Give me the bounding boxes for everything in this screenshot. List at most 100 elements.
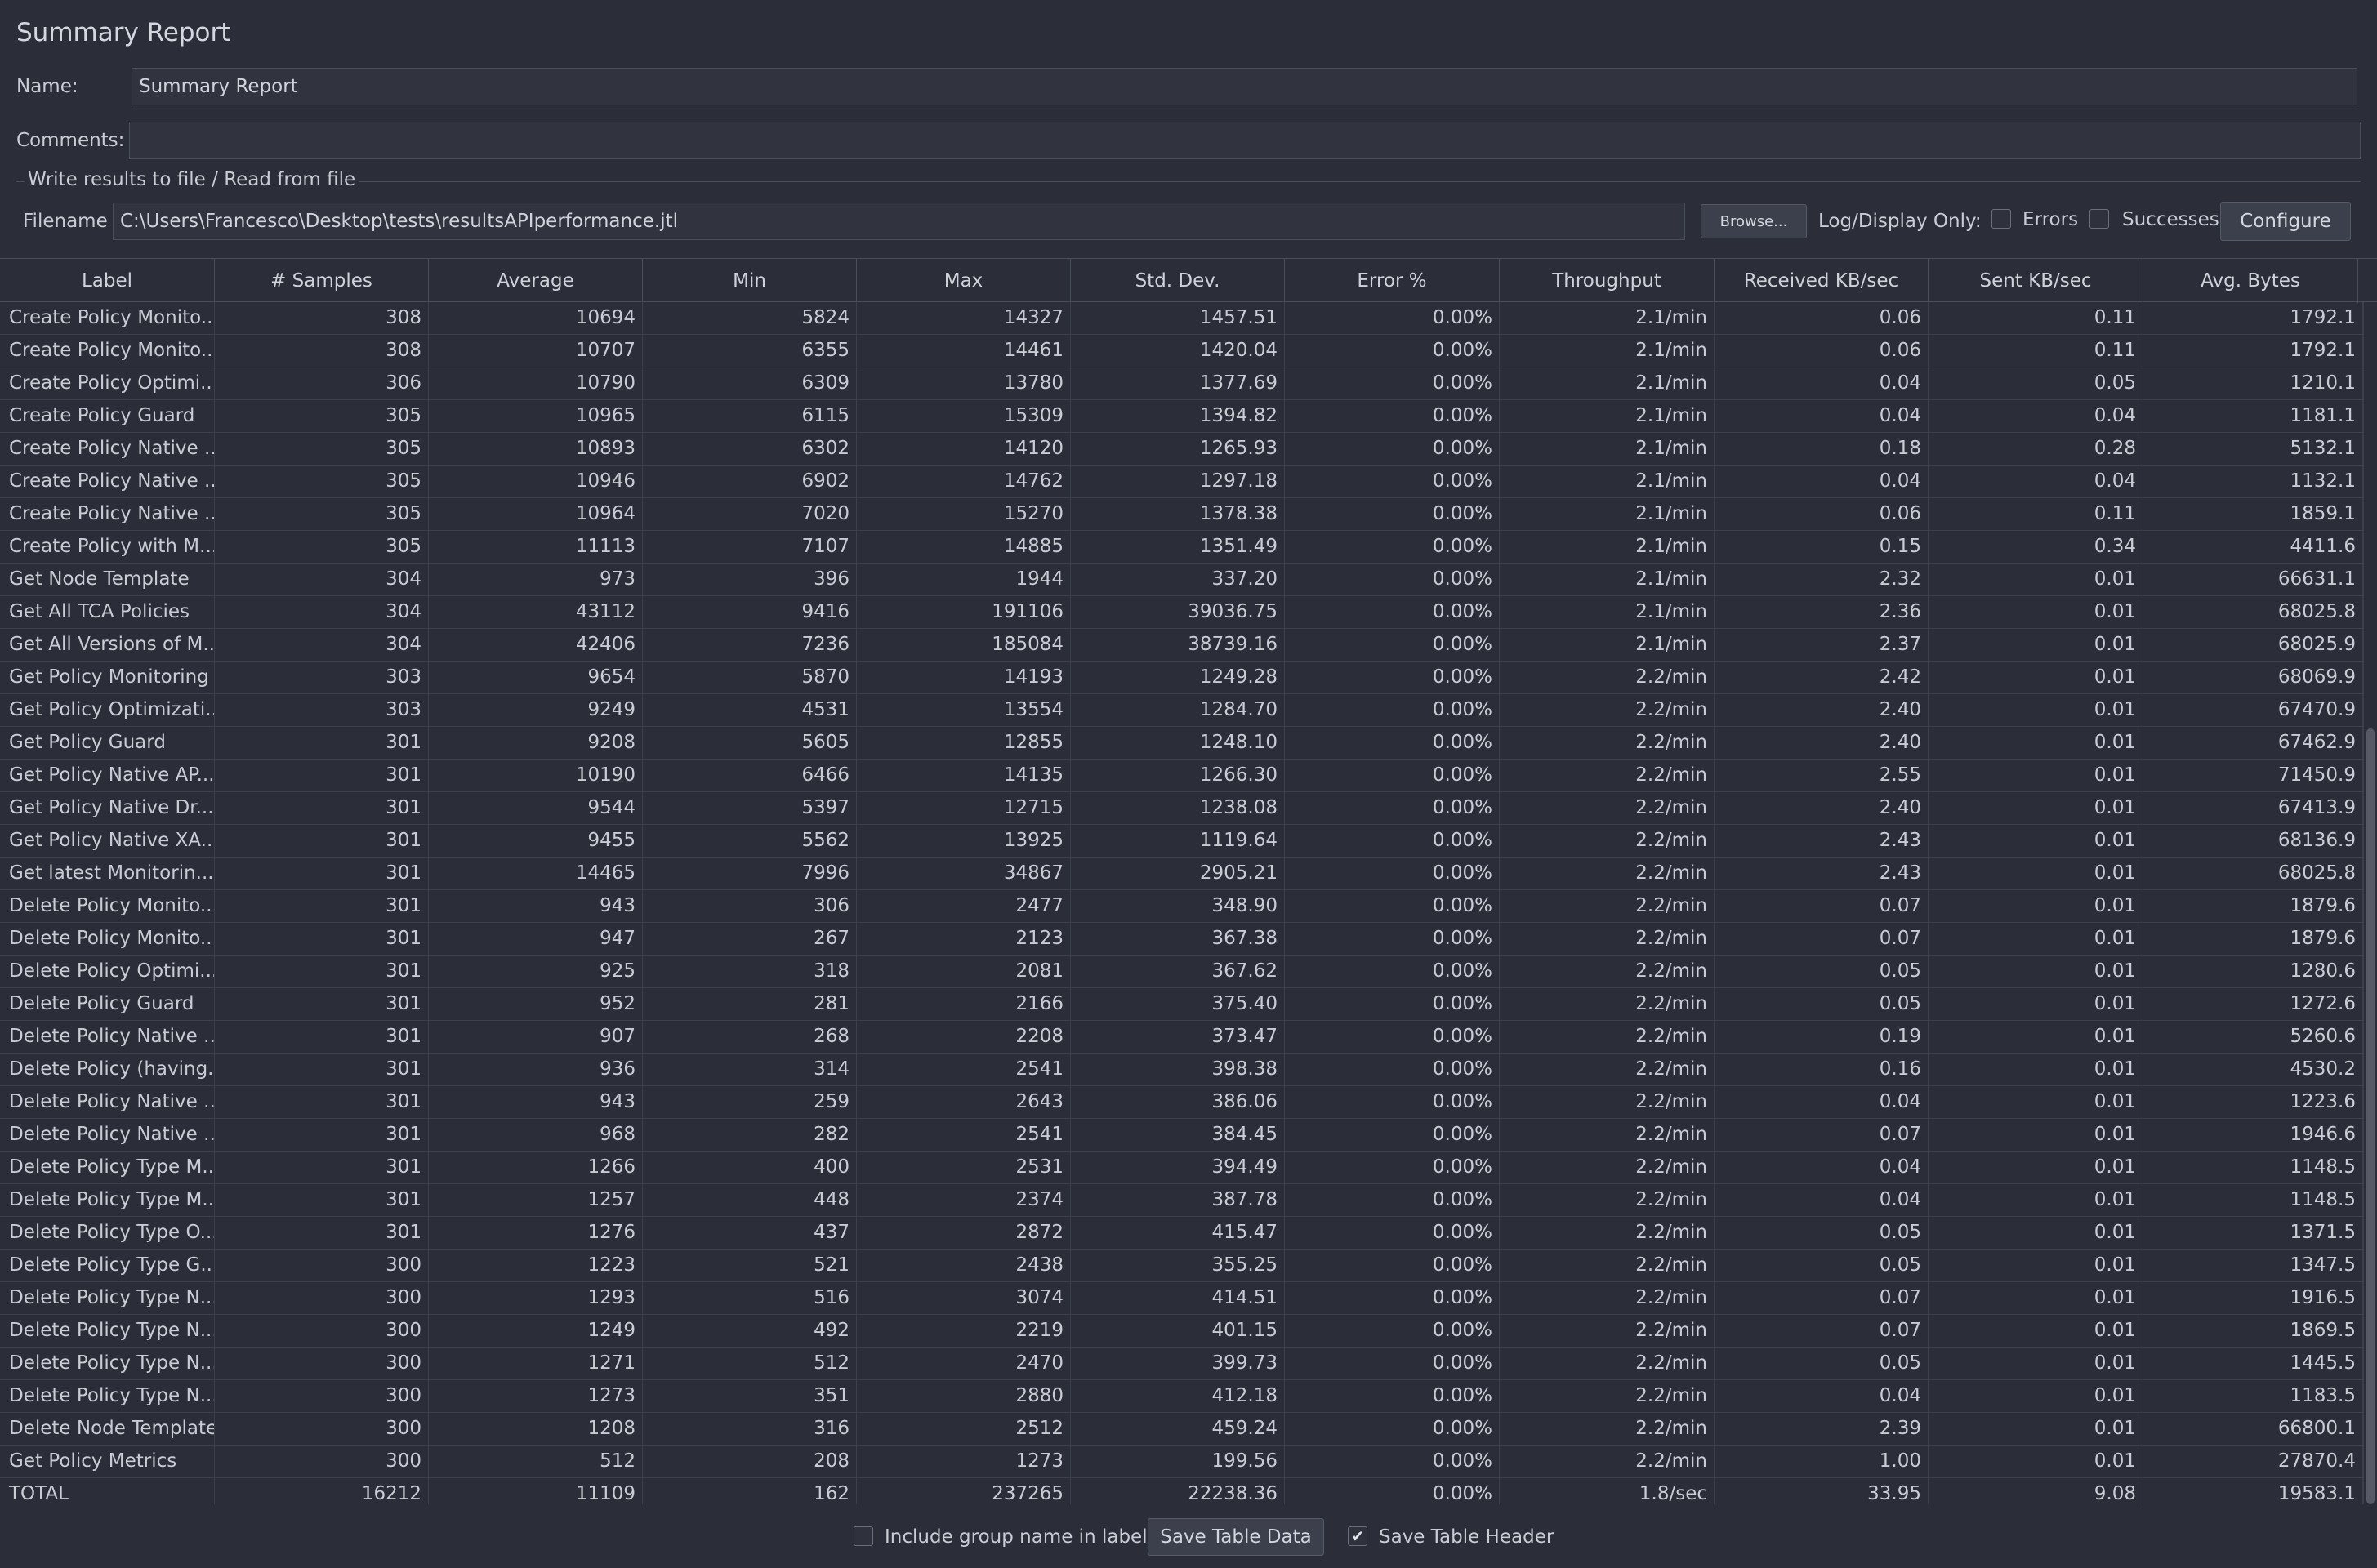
table-cell: 2219: [857, 1315, 1071, 1348]
table-cell: 0.05: [1715, 1348, 1929, 1380]
table-row[interactable]: Delete Policy Type M... 301 1266 400 2531 394…: [0, 1152, 2363, 1184]
table-cell: 0.07: [1715, 1119, 1929, 1152]
table-row[interactable]: Get Policy Metrics 300 512 208 1273 199.56 0.0…: [0, 1446, 2363, 1478]
table-row[interactable]: Get Policy Optimizati... 303 9249 4531 13554…: [0, 694, 2363, 727]
save-table-data-button[interactable]: Save Table Data: [1148, 1518, 1324, 1556]
column-header[interactable]: # Samples: [215, 259, 429, 303]
table-cell: 10694: [429, 302, 643, 335]
filename-input[interactable]: C:\Users\Francesco\Desktop\tests\results…: [113, 203, 1685, 240]
table-row[interactable]: Delete Policy Guard 301 952 281 2166 375.40 0.…: [0, 988, 2363, 1021]
table-cell: 5397: [643, 792, 857, 825]
table-cell: Delete Policy Monito...: [0, 890, 215, 923]
table-cell: 1859.1: [2143, 498, 2363, 531]
table-row[interactable]: Delete Policy Monito... 301 947 267 2123 367.…: [0, 923, 2363, 956]
column-header[interactable]: Error %: [1285, 259, 1500, 303]
column-header[interactable]: Received KB/sec: [1715, 259, 1929, 303]
table-row[interactable]: Get All TCA Policies 304 43112 9416 191106 39…: [0, 596, 2363, 629]
table-row[interactable]: Get Policy Native AP... 301 10190 6466 14135…: [0, 760, 2363, 792]
table-cell: 305: [215, 400, 429, 433]
table-row[interactable]: Get Policy Native Dr... 301 9544 5397 12715 1…: [0, 792, 2363, 825]
table-cell: 0.01: [1929, 1315, 2143, 1348]
table-cell: 1944: [857, 564, 1071, 596]
table-row[interactable]: Delete Policy Type N... 300 1249 492 2219 401…: [0, 1315, 2363, 1348]
table-cell: 2.43: [1715, 825, 1929, 858]
table-cell: 0.00%: [1285, 335, 1500, 368]
table-cell: 68025.9: [2143, 629, 2363, 662]
table-cell: 34867: [857, 858, 1071, 890]
table-row[interactable]: Delete Policy Native ... 301 907 268 2208 373…: [0, 1021, 2363, 1054]
table-row[interactable]: Delete Policy Type N... 300 1271 512 2470 399…: [0, 1348, 2363, 1380]
table-row[interactable]: Delete Policy Type O... 301 1276 437 2872 415…: [0, 1217, 2363, 1250]
table-row[interactable]: Get Policy Monitoring 303 9654 5870 14193 124…: [0, 662, 2363, 694]
table-row[interactable]: Create Policy Monito... 308 10694 5824 14327…: [0, 302, 2363, 335]
column-header[interactable]: Sent KB/sec: [1929, 259, 2143, 303]
table-cell: 1297.18: [1071, 466, 1285, 498]
table-cell: 0.01: [1929, 1446, 2143, 1478]
table-cell: Delete Policy Native ...: [0, 1119, 215, 1152]
table-cell: 0.28: [1929, 433, 2143, 466]
table-row[interactable]: Delete Policy Type N... 300 1273 351 2880 412…: [0, 1380, 2363, 1413]
table-cell: Get Policy Native AP...: [0, 760, 215, 792]
table-row[interactable]: Get Policy Native XA... 301 9455 5562 13925 1…: [0, 825, 2363, 858]
successes-checkbox[interactable]: [2089, 209, 2109, 229]
total-row[interactable]: TOTAL 16212 11109 162 237265 22238.36 0.00% 1.8…: [0, 1478, 2363, 1504]
comments-input[interactable]: [129, 122, 2361, 159]
column-header[interactable]: Max: [857, 259, 1071, 303]
table-row[interactable]: Delete Policy Type N... 300 1293 516 3074 414…: [0, 1282, 2363, 1315]
table-row[interactable]: Delete Policy Native ... 301 943 259 2643 386…: [0, 1086, 2363, 1119]
table-cell: Get All Versions of M...: [0, 629, 215, 662]
table-cell: 6902: [643, 466, 857, 498]
column-header[interactable]: Average: [429, 259, 643, 303]
vertical-scrollbar-thumb[interactable]: [2366, 728, 2375, 1504]
table-row[interactable]: Delete Node Template 300 1208 316 2512 459.24…: [0, 1413, 2363, 1446]
table-row[interactable]: Create Policy with M... 305 11113 7107 14885…: [0, 531, 2363, 564]
table-row[interactable]: Get All Versions of M... 304 42406 7236 1850…: [0, 629, 2363, 662]
name-input[interactable]: Summary Report: [132, 68, 2357, 105]
column-header[interactable]: Label: [0, 259, 215, 303]
table-row[interactable]: Create Policy Guard 305 10965 6115 15309 1394…: [0, 400, 2363, 433]
table-cell: 10946: [429, 466, 643, 498]
errors-checkbox[interactable]: [1991, 209, 2011, 229]
table-cell: 0.00%: [1285, 923, 1500, 956]
table-row[interactable]: Create Policy Monito... 308 10707 6355 14461…: [0, 335, 2363, 368]
browse-button[interactable]: Browse...: [1701, 204, 1807, 238]
table-row[interactable]: Create Policy Native ... 305 10893 6302 1412…: [0, 433, 2363, 466]
table-cell: Delete Policy Monito...: [0, 923, 215, 956]
table-cell: 9654: [429, 662, 643, 694]
table-row[interactable]: Create Policy Native ... 305 10946 6902 1476…: [0, 466, 2363, 498]
table-cell: 2.1/min: [1500, 596, 1715, 629]
table-cell: 0.06: [1715, 498, 1929, 531]
table-cell: 2.40: [1715, 792, 1929, 825]
table-row[interactable]: Delete Policy Native ... 301 968 282 2541 384…: [0, 1119, 2363, 1152]
table-row[interactable]: Create Policy Optimi... 306 10790 6309 13780…: [0, 368, 2363, 400]
table-cell: Get All TCA Policies: [0, 596, 215, 629]
table-row[interactable]: Delete Policy Monito... 301 943 306 2477 348.…: [0, 890, 2363, 923]
table-row[interactable]: Delete Policy Type M... 301 1257 448 2374 387…: [0, 1184, 2363, 1217]
table-cell: 68025.8: [2143, 858, 2363, 890]
save-table-header-checkbox[interactable]: ✔: [1348, 1526, 1367, 1546]
column-header[interactable]: Min: [643, 259, 857, 303]
include-group-checkbox[interactable]: [854, 1526, 873, 1546]
table-cell: 2531: [857, 1152, 1071, 1184]
table-cell: Create Policy Native ...: [0, 466, 215, 498]
configure-button[interactable]: Configure: [2220, 202, 2351, 241]
table-row[interactable]: Get Policy Guard 301 9208 5605 12855 1248.10 0…: [0, 727, 2363, 760]
table-cell: 4411.6: [2143, 531, 2363, 564]
table-row[interactable]: Create Policy Native ... 305 10964 7020 1527…: [0, 498, 2363, 531]
table-cell: Create Policy Monito...: [0, 302, 215, 335]
table-row[interactable]: Get latest Monitorin... 301 14465 7996 34867…: [0, 858, 2363, 890]
table-cell: 0.04: [1715, 1152, 1929, 1184]
column-header[interactable]: Avg. Bytes: [2143, 259, 2358, 303]
table-cell: 414.51: [1071, 1282, 1285, 1315]
table-row[interactable]: Delete Policy Type G... 300 1223 521 2438 355…: [0, 1250, 2363, 1282]
table-cell: Delete Policy Type N...: [0, 1282, 215, 1315]
table-row[interactable]: Delete Policy (having... 301 936 314 2541 398…: [0, 1054, 2363, 1086]
column-header[interactable]: Std. Dev.: [1071, 259, 1285, 303]
table-cell: 162: [643, 1478, 857, 1504]
table-cell: 384.45: [1071, 1119, 1285, 1152]
table-cell: Get Policy Guard: [0, 727, 215, 760]
table-row[interactable]: Delete Policy Optimi... 301 925 318 2081 367.…: [0, 956, 2363, 988]
table-row[interactable]: Get Node Template 304 973 396 1944 337.20 0.00…: [0, 564, 2363, 596]
column-header[interactable]: Throughput: [1500, 259, 1715, 303]
panel-title: Summary Report: [16, 18, 231, 47]
